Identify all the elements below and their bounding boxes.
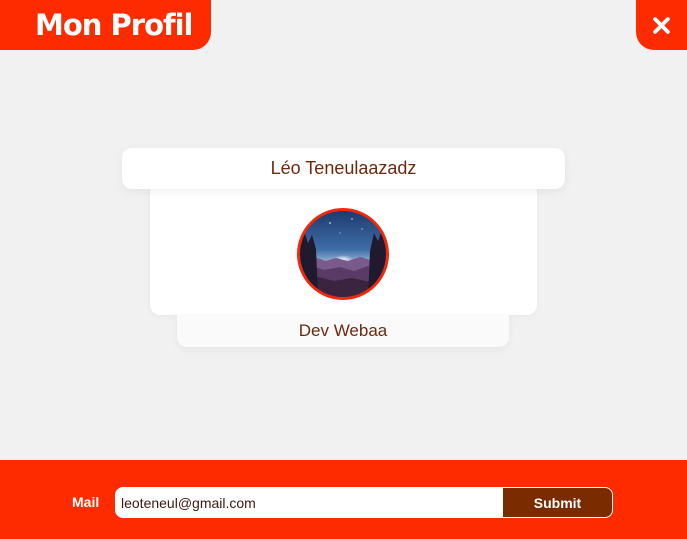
avatar-image [300,211,386,297]
email-field[interactable] [115,487,505,518]
avatar [297,208,389,300]
mail-label: Mail [72,494,100,510]
profile-card: Léo Teneulaazadz Dev Webaa [0,0,687,460]
profile-name: Léo Teneulaazadz [122,148,565,189]
profile-role: Dev Webaa [177,314,509,347]
submit-button[interactable]: Submit [502,487,613,518]
